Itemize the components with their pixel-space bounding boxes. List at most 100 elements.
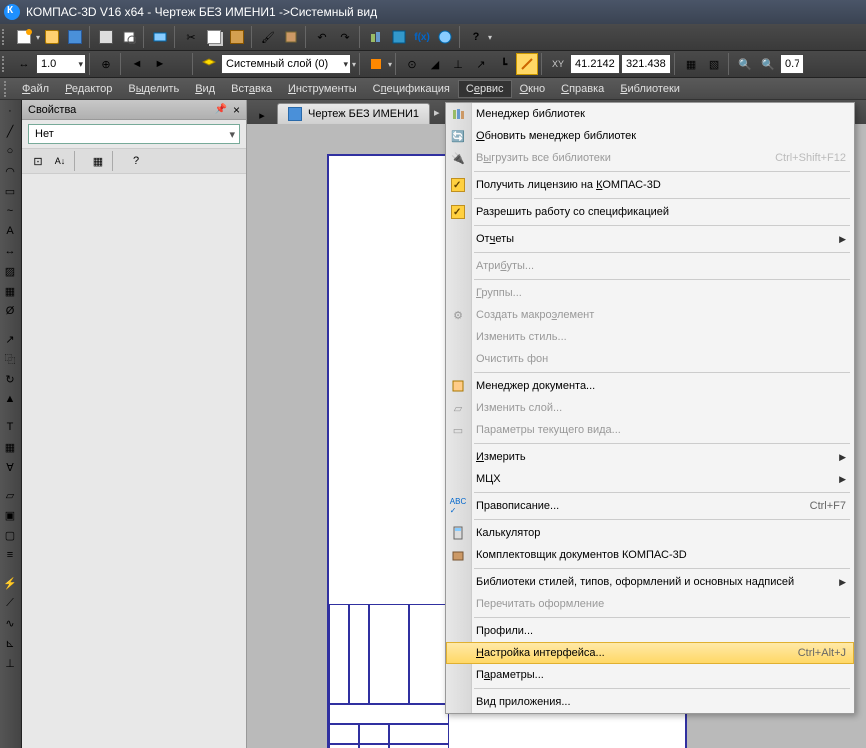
move-button[interactable]: ⊕ <box>95 53 117 75</box>
mi-params[interactable]: Параметры... <box>446 664 854 686</box>
tool-layer[interactable]: ▱ <box>1 486 19 504</box>
tool-g4[interactable]: ⊥ <box>1 654 19 672</box>
mi-app-view[interactable]: Вид приложения... <box>446 691 854 713</box>
mi-measure[interactable]: Измерить▶ <box>446 446 854 468</box>
close-icon[interactable]: × <box>233 103 240 117</box>
prop-b1[interactable]: ⊡ <box>28 151 48 171</box>
mi-mcx[interactable]: МЦХ▶ <box>446 468 854 490</box>
undo-button[interactable]: ↶ <box>311 26 333 48</box>
layer-dropdown[interactable]: Системный слой (0) <box>221 54 351 74</box>
snap1-button[interactable]: ⊙ <box>401 53 423 75</box>
tool-g1[interactable]: ⟋ <box>1 594 19 612</box>
tool-b2[interactable]: ▢ <box>1 526 19 544</box>
print-preview-button[interactable] <box>118 26 140 48</box>
menubar-handle[interactable] <box>4 81 10 97</box>
tool-g3[interactable]: ⊾ <box>1 634 19 652</box>
tool-line[interactable]: ╱ <box>1 122 19 140</box>
coord-x-input[interactable] <box>570 54 620 74</box>
mi-ui-setup[interactable]: Настройка интерфейса... Ctrl+Alt+J <box>446 642 854 664</box>
right-button[interactable]: ► <box>149 53 171 75</box>
scale-dropdown[interactable]: 1.0 <box>36 54 86 74</box>
menu-insert[interactable]: Вставка <box>223 80 280 98</box>
prop-b4[interactable]: ? <box>126 151 146 171</box>
redo-button[interactable]: ↷ <box>334 26 356 48</box>
lib-button[interactable] <box>365 26 387 48</box>
menu-window[interactable]: Окно <box>512 80 554 98</box>
tool-t[interactable]: T <box>1 418 19 436</box>
menu-editor[interactable]: Редактор <box>57 80 120 98</box>
zoom-in-button[interactable]: 🔍 <box>734 53 756 75</box>
mi-style-libs[interactable]: Библиотеки стилей, типов, оформлений и о… <box>446 571 854 593</box>
menu-libs[interactable]: Библиотеки <box>612 80 688 98</box>
tab-list-button[interactable]: ▸ <box>251 104 273 126</box>
menu-view[interactable]: Вид <box>187 80 223 98</box>
tool-copy[interactable]: ⿻ <box>1 350 19 368</box>
snap5-button[interactable]: ┗ <box>493 53 515 75</box>
layer-icon[interactable] <box>198 53 220 75</box>
grid2-button[interactable]: ▧ <box>703 53 725 75</box>
tool-rotate[interactable]: ↻ <box>1 370 19 388</box>
tool-move[interactable]: ↗ <box>1 330 19 348</box>
tool-mirror[interactable]: ▲ <box>1 390 19 408</box>
prop-b3[interactable]: ▦ <box>88 151 108 171</box>
toolbar-handle[interactable] <box>2 29 8 45</box>
toolbar-handle[interactable] <box>2 56 8 72</box>
left-button[interactable]: ◄ <box>126 53 148 75</box>
mi-spellcheck[interactable]: ABC✓ Правописание... Ctrl+F7 <box>446 495 854 517</box>
color-button[interactable] <box>365 53 387 75</box>
mi-lib-manager[interactable]: Менеджер библиотек <box>446 103 854 125</box>
menu-spec[interactable]: Спецификация <box>365 80 458 98</box>
tool-symbol[interactable]: Ø <box>1 302 19 320</box>
snap2-button[interactable]: ◢ <box>424 53 446 75</box>
mi-update-libmgr[interactable]: 🔄 Обновить менеджер библиотек <box>446 125 854 147</box>
zoom-input[interactable] <box>780 54 804 74</box>
cut-button[interactable]: ✂ <box>180 26 202 48</box>
tool-bolt[interactable]: ⚡ <box>1 574 19 592</box>
tool-b1[interactable]: ▣ <box>1 506 19 524</box>
vars-button[interactable] <box>388 26 410 48</box>
globe-button[interactable] <box>434 26 456 48</box>
tool-a[interactable]: ∀ <box>1 458 19 476</box>
mi-profiles[interactable]: Профили... <box>446 620 854 642</box>
tool-dim[interactable]: ↔ <box>1 242 19 260</box>
menu-file[interactable]: Файл <box>14 80 57 98</box>
open-button[interactable] <box>41 26 63 48</box>
menu-service[interactable]: Сервис <box>458 80 512 98</box>
mi-calculator[interactable]: Калькулятор <box>446 522 854 544</box>
tool-grid[interactable]: ▦ <box>1 438 19 456</box>
tool-circle[interactable]: ○ <box>1 142 19 160</box>
menu-help[interactable]: Справка <box>553 80 612 98</box>
new-button[interactable] <box>13 26 35 48</box>
tool-align[interactable]: ≡ <box>1 546 19 564</box>
prop-b2[interactable]: A↓ <box>50 151 70 171</box>
tool-g2[interactable]: ∿ <box>1 614 19 632</box>
mi-get-license[interactable]: Получить лицензию на КОМПАС-3D <box>446 174 854 196</box>
save-button[interactable] <box>64 26 86 48</box>
tool-spline[interactable]: ~ <box>1 202 19 220</box>
brush-button[interactable]: 🖌 <box>257 26 279 48</box>
props-button[interactable] <box>280 26 302 48</box>
fx-button[interactable]: f(x) <box>411 26 433 48</box>
zoom-out-button[interactable]: 🔍 <box>757 53 779 75</box>
tool-table[interactable]: ▦ <box>1 282 19 300</box>
tool-arc[interactable]: ◠ <box>1 162 19 180</box>
grid1-button[interactable]: ▦ <box>680 53 702 75</box>
mi-allow-spec[interactable]: Разрешить работу со спецификацией <box>446 201 854 223</box>
mi-reports[interactable]: Отчеты▶ <box>446 228 854 250</box>
coord-y-input[interactable] <box>621 54 671 74</box>
paste-button[interactable] <box>226 26 248 48</box>
snap3-button[interactable]: ⊥ <box>447 53 469 75</box>
help-button[interactable]: ? <box>465 26 487 48</box>
mi-packager[interactable]: Комплектовщик документов КОМПАС-3D <box>446 544 854 566</box>
copy-button[interactable] <box>203 26 225 48</box>
scale-icon[interactable]: ↔ <box>13 53 35 75</box>
document-tab[interactable]: Чертеж БЕЗ ИМЕНИ1 <box>277 103 430 124</box>
tool-text[interactable]: A <box>1 222 19 240</box>
tool-rect[interactable]: ▭ <box>1 182 19 200</box>
menu-tools[interactable]: Инструменты <box>280 80 365 98</box>
properties-select[interactable]: Нет <box>28 124 240 144</box>
snap6-button[interactable] <box>516 53 538 75</box>
pin-icon[interactable]: 📌 <box>215 104 227 115</box>
properties-titlebar[interactable]: Свойства 📌 × <box>22 100 246 120</box>
mi-doc-manager[interactable]: Менеджер документа... <box>446 375 854 397</box>
